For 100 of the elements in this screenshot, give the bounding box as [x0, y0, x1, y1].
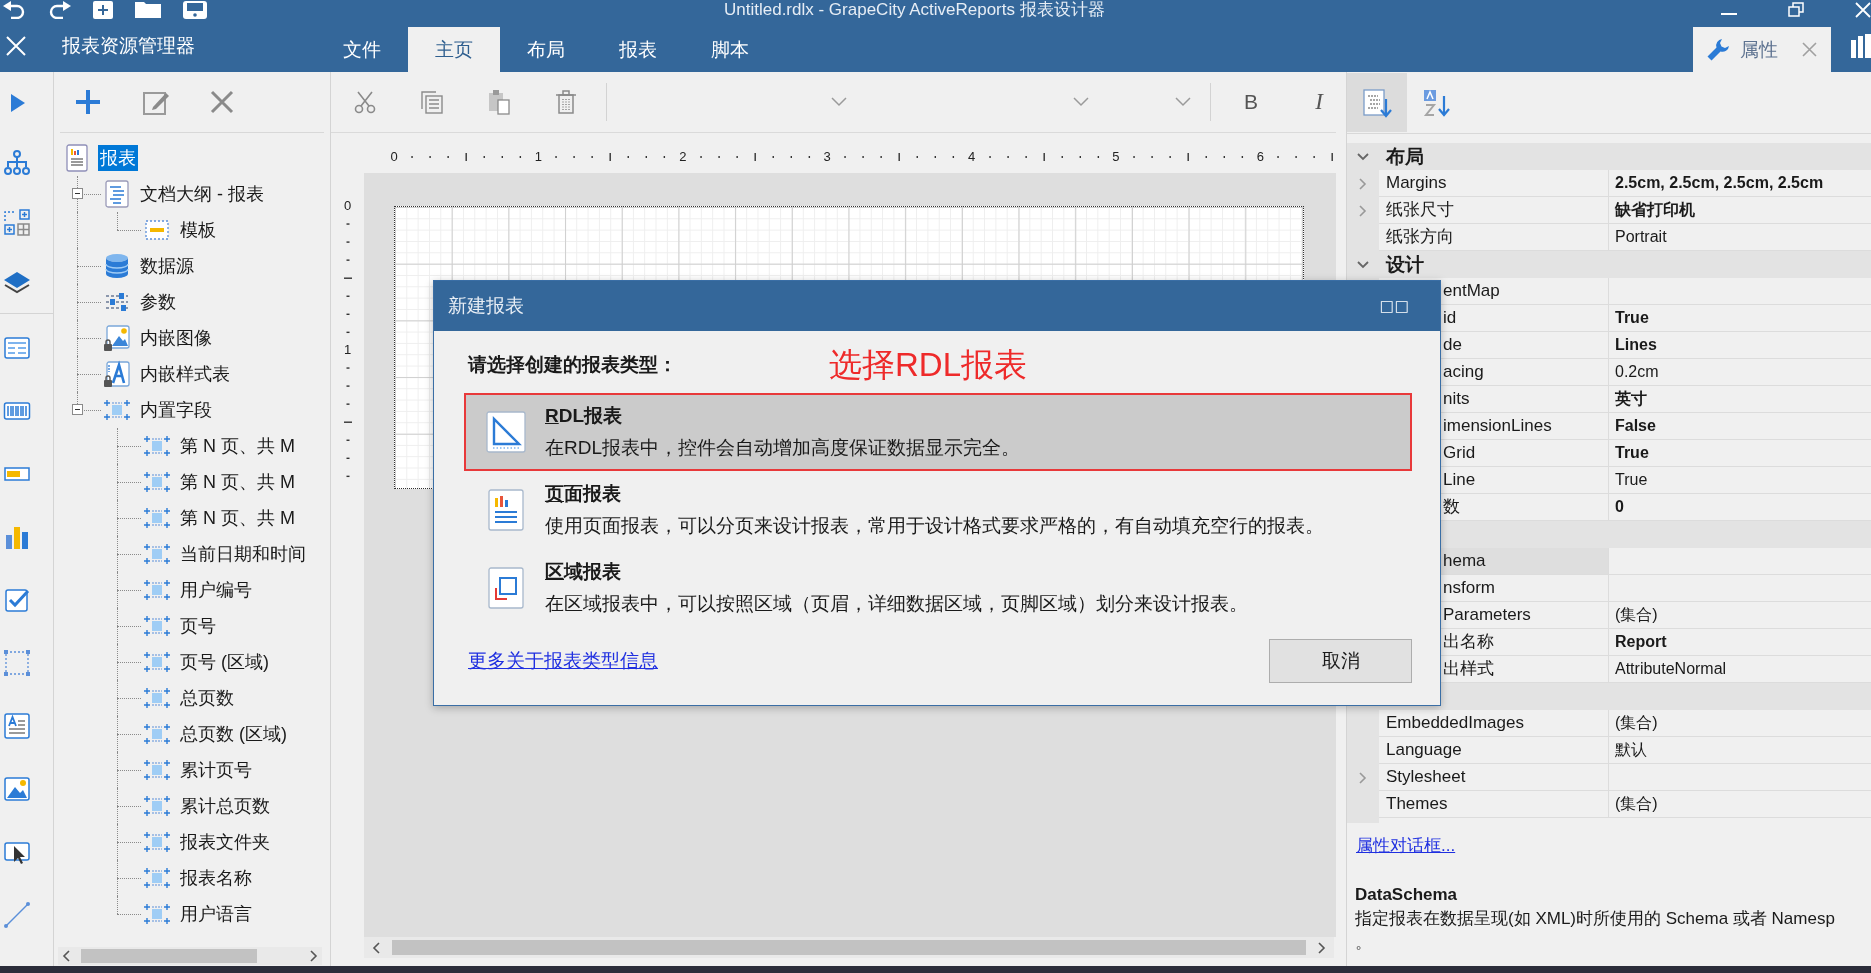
tree-item[interactable]: 页号 (区域) — [178, 649, 271, 675]
property-value[interactable]: 缺省打印机 — [1609, 199, 1695, 221]
property-value[interactable]: Lines — [1609, 336, 1657, 354]
tree-item[interactable]: 第 N 页、共 M — [178, 433, 297, 459]
property-name[interactable]: 纸张尺寸 — [1379, 197, 1608, 223]
bold-button[interactable]: B — [1236, 85, 1266, 119]
property-value[interactable]: (集合) — [1609, 604, 1658, 626]
line-icon[interactable] — [3, 901, 31, 929]
option-title: 区域报表 — [545, 560, 621, 584]
copy-icon[interactable] — [419, 89, 445, 115]
add-grid-icon[interactable] — [3, 209, 31, 237]
property-value[interactable]: 0 — [1609, 498, 1624, 516]
property-value[interactable]: True — [1609, 444, 1649, 462]
ribbon-tab[interactable]: 布局 — [500, 27, 592, 72]
caret-icon — [1175, 97, 1191, 107]
trash-icon[interactable] — [553, 89, 579, 115]
cross-icon[interactable] — [210, 90, 234, 114]
property-name[interactable]: Language — [1379, 737, 1608, 763]
tree-item[interactable]: 累计页号 — [178, 757, 254, 783]
redo-icon[interactable] — [47, 1, 72, 19]
wrench-icon — [1706, 37, 1730, 62]
property-value[interactable]: True — [1609, 471, 1648, 489]
property-value[interactable]: (集合) — [1609, 793, 1658, 815]
property-name[interactable]: EmbeddedImages — [1379, 710, 1608, 736]
help-text: 。 — [1355, 932, 1372, 954]
report-type-option[interactable]: RDL报表 在RDL报表中，控件会自动增加高度保证数据显示完全。 — [464, 393, 1412, 471]
ribbon-tab[interactable]: 文件 — [316, 27, 408, 72]
tree-item[interactable]: 报表名称 — [178, 865, 254, 891]
horizontal-scrollbar[interactable] — [364, 937, 1334, 958]
columns-icon[interactable] — [1851, 34, 1871, 58]
list-arrow-icon — [1362, 87, 1392, 118]
tree-item[interactable]: 总页数 (区域) — [178, 721, 289, 747]
italic-button[interactable]: I — [1304, 85, 1334, 119]
prompt-text: 请选择创建的报表类型： — [468, 353, 678, 377]
categorized-sort-button[interactable] — [1347, 73, 1407, 132]
property-value[interactable]: 默认 — [1609, 739, 1647, 761]
property-value[interactable]: 0.2cm — [1609, 363, 1659, 381]
ribbon-tab[interactable]: 主页 — [408, 27, 500, 72]
ribbon-tab[interactable]: 脚本 — [684, 27, 776, 72]
scrollbar-thumb[interactable] — [81, 949, 257, 963]
tree-item[interactable]: 报表 — [98, 145, 138, 171]
ruler-number: 4 — [966, 150, 977, 164]
property-name[interactable]: Margins — [1379, 170, 1608, 196]
tree-item[interactable]: 内嵌样式表 — [138, 361, 232, 387]
scissors-icon[interactable] — [352, 89, 378, 115]
scrollbar-thumb[interactable] — [392, 940, 1306, 955]
minus-box-icon[interactable] — [72, 404, 83, 415]
restore-icon[interactable] — [1788, 1, 1804, 19]
property-value[interactable]: 英寸 — [1609, 388, 1647, 410]
minus-box-icon[interactable] — [72, 188, 83, 199]
ruler-number: 0 — [342, 200, 353, 212]
undo-icon[interactable] — [2, 1, 27, 19]
cancel-button[interactable]: 取消 — [1269, 639, 1412, 683]
text-block-icon[interactable] — [3, 712, 31, 740]
container-icon[interactable] — [3, 649, 31, 677]
ruler-number: 0 — [389, 150, 399, 164]
tree-item[interactable]: 报表文件夹 — [178, 829, 272, 855]
sort-down-icon — [1422, 87, 1452, 118]
tree-item[interactable]: 文档大纲 - 报表 — [138, 181, 266, 207]
tree-item[interactable]: 模板 — [178, 217, 218, 243]
property-value[interactable]: True — [1609, 309, 1649, 327]
property-value[interactable]: 2.5cm, 2.5cm, 2.5cm, 2.5cm — [1609, 174, 1824, 192]
clipboard-icon[interactable] — [486, 89, 512, 115]
tree-item[interactable]: 当前日期和时间 — [178, 541, 308, 567]
ribbon-tab[interactable]: 报表 — [592, 27, 684, 72]
property-value[interactable]: AttributeNormal — [1609, 660, 1727, 678]
property-name[interactable]: Stylesheet — [1379, 764, 1608, 790]
table-icon[interactable] — [3, 334, 31, 362]
tree-item[interactable]: 总页数 — [178, 685, 236, 711]
property-name[interactable]: 纸张方向 — [1379, 224, 1608, 250]
tree-item[interactable]: 第 N 页、共 M — [178, 505, 297, 531]
checkbox-icon[interactable] — [3, 586, 31, 614]
report-document-icon — [64, 144, 90, 172]
tree-item[interactable]: 内嵌图像 — [138, 325, 214, 351]
tree-item[interactable]: 数据源 — [138, 253, 196, 279]
property-value[interactable]: Portrait — [1609, 228, 1667, 246]
tree-item[interactable]: 用户编号 — [178, 577, 254, 603]
hierarchy-icon[interactable] — [3, 149, 31, 177]
document-plus-icon[interactable] — [92, 1, 114, 19]
properties-dialog-link[interactable]: 属性对话框... — [1356, 834, 1456, 858]
tree-item[interactable]: 累计总页数 — [178, 793, 272, 819]
property-value[interactable]: (集合) — [1609, 712, 1658, 734]
property-name[interactable]: Themes — [1379, 791, 1608, 817]
database-icon — [104, 252, 130, 280]
option-title: 页面报表 — [545, 482, 621, 506]
caret-icon — [1073, 97, 1089, 107]
tree-item[interactable]: 内置字段 — [138, 397, 214, 423]
option-description: 在RDL报表中，控件会自动增加高度保证数据显示完全。 — [545, 436, 1020, 460]
tree-item[interactable]: 第 N 页、共 M — [178, 469, 297, 495]
property-value[interactable]: Report — [1609, 633, 1667, 651]
plus-icon[interactable] — [76, 90, 100, 114]
tree-item[interactable]: 页号 — [178, 613, 218, 639]
property-value[interactable]: False — [1609, 417, 1656, 435]
image-icon[interactable] — [3, 775, 31, 803]
more-info-link[interactable]: 更多关于报表类型信息 — [468, 648, 658, 674]
device-icon[interactable] — [182, 1, 208, 19]
horizontal-scrollbar[interactable] — [58, 947, 322, 965]
tree-item[interactable]: 用户语言 — [178, 901, 254, 927]
tree-item[interactable]: 参数 — [138, 289, 178, 315]
properties-tab[interactable]: 属性 — [1693, 27, 1831, 72]
